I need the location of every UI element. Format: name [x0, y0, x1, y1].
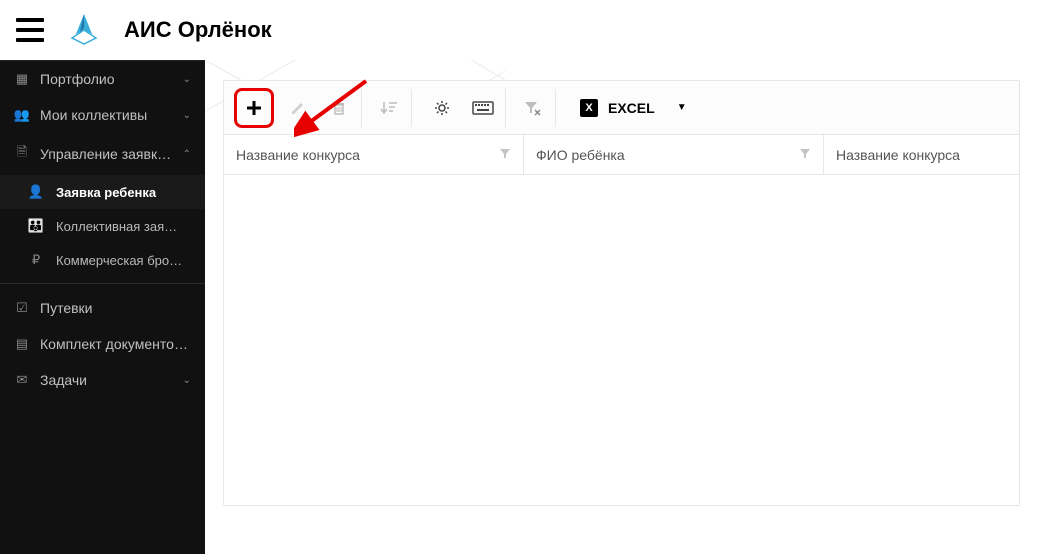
excel-label: EXCEL	[608, 100, 655, 116]
sidebar-item-label: Портфолио	[40, 71, 115, 87]
chevron-down-icon: ⌄	[183, 375, 191, 386]
filter-icon[interactable]	[499, 147, 511, 162]
table-header: Название конкурса ФИО ребёнка Название к…	[224, 135, 1019, 175]
chevron-down-icon: ⌄	[183, 74, 191, 85]
toolbar: X EXCEL ▼	[224, 81, 1019, 135]
filter-icon[interactable]	[799, 147, 811, 162]
export-excel-dropdown[interactable]: X EXCEL ▼	[580, 99, 687, 117]
sidebar-item-label: Задачи	[40, 372, 87, 388]
users-icon: 👥	[14, 107, 30, 123]
sidebar-item-portfolio[interactable]: ▦ Портфолио ⌄	[0, 60, 205, 97]
checkbox-icon: ☑	[14, 300, 30, 316]
sidebar-sub-child-application[interactable]: 👤 Заявка ребенка	[0, 175, 205, 209]
clear-filter-button[interactable]	[516, 88, 556, 128]
pencil-icon	[290, 100, 306, 116]
gear-icon	[434, 100, 450, 116]
document-icon: 🗎	[14, 143, 30, 165]
sidebar-sub-label: Коллективная зая…	[56, 219, 177, 234]
sidebar-sub-collective-application[interactable]: 👪 Коллективная зая…	[0, 209, 205, 243]
trash-icon	[331, 100, 347, 116]
column-label: Название конкурса	[236, 147, 360, 163]
add-button[interactable]	[234, 88, 274, 128]
settings-button[interactable]	[422, 88, 462, 128]
sidebar-sub-label: Коммерческая бро…	[56, 253, 182, 268]
sidebar-item-label: Мои коллективы	[40, 107, 147, 123]
app-title: АИС Орлёнок	[124, 17, 272, 43]
plus-icon	[245, 99, 263, 117]
edit-button[interactable]	[278, 88, 318, 128]
sidebar-sub-commercial-booking[interactable]: ₽ Коммерческая бро…	[0, 243, 205, 277]
mail-icon: ✉	[14, 372, 30, 388]
column-header-contest-name[interactable]: Название конкурса	[224, 135, 524, 174]
sidebar: ▦ Портфолио ⌄ 👥 Мои коллективы ⌄ 🗎 Управ…	[0, 60, 205, 554]
table-body-empty	[224, 175, 1019, 505]
sidebar-item-label: Комплект документо…	[40, 336, 188, 352]
column-label: ФИО ребёнка	[536, 147, 625, 163]
header: АИС Орлёнок	[0, 0, 1038, 60]
sidebar-item-tasks[interactable]: ✉ Задачи ⌄	[0, 362, 205, 398]
chevron-up-icon: ⌃	[183, 149, 191, 160]
column-header-child-name[interactable]: ФИО ребёнка	[524, 135, 824, 174]
group-icon: 👪	[28, 218, 44, 234]
ruble-icon: ₽	[28, 252, 44, 268]
keyboard-button[interactable]	[466, 88, 506, 128]
sidebar-item-documents[interactable]: ▤ Комплект документо…	[0, 326, 205, 362]
sidebar-item-label: Путевки	[40, 300, 93, 316]
person-icon: 👤	[28, 184, 44, 200]
sort-icon	[380, 100, 398, 116]
main-panel: X EXCEL ▼ Название конкурса ФИО ребёнка …	[205, 60, 1038, 554]
divider	[0, 283, 205, 284]
sidebar-item-vouchers[interactable]: ☑ Путевки	[0, 290, 205, 326]
menu-toggle-icon[interactable]	[16, 18, 44, 42]
delete-button[interactable]	[322, 88, 362, 128]
sidebar-item-label: Управление заявк…	[40, 146, 171, 162]
filter-clear-icon	[524, 100, 542, 116]
sidebar-item-collectives[interactable]: 👥 Мои коллективы ⌄	[0, 97, 205, 133]
column-header-contest-name-2[interactable]: Название конкурса	[824, 135, 1019, 174]
app-logo	[64, 10, 104, 50]
sidebar-item-applications[interactable]: 🗎 Управление заявк… ⌃	[0, 133, 205, 175]
list-icon: ▤	[14, 336, 30, 352]
content-card: X EXCEL ▼ Название конкурса ФИО ребёнка …	[223, 80, 1020, 506]
column-label: Название конкурса	[836, 147, 960, 163]
sort-button[interactable]	[372, 88, 412, 128]
caret-down-icon: ▼	[677, 102, 687, 113]
briefcase-icon: ▦	[14, 71, 30, 87]
chevron-down-icon: ⌄	[183, 110, 191, 121]
keyboard-icon	[472, 101, 494, 115]
excel-badge-icon: X	[580, 99, 598, 117]
sidebar-sub-label: Заявка ребенка	[56, 185, 156, 200]
